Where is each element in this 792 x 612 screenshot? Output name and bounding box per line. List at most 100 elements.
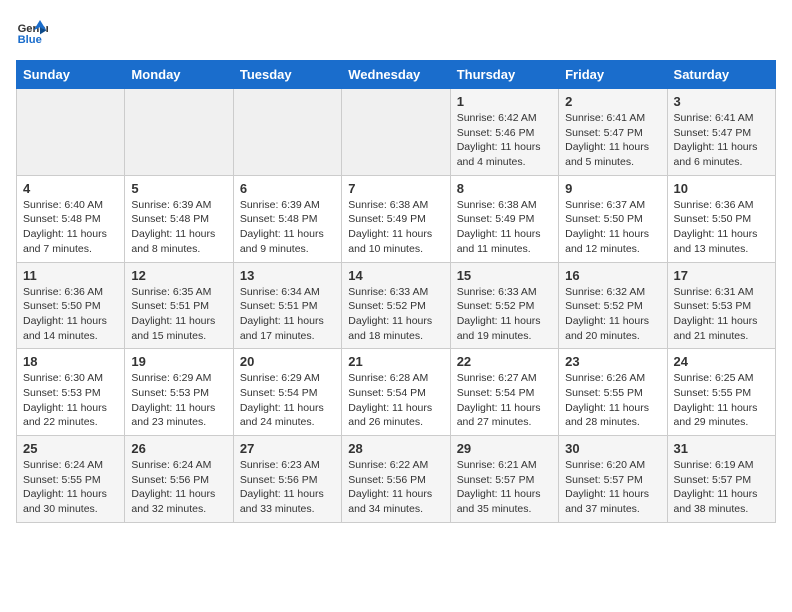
day-info: Sunrise: 6:39 AM Sunset: 5:48 PM Dayligh… xyxy=(131,198,226,257)
day-info: Sunrise: 6:26 AM Sunset: 5:55 PM Dayligh… xyxy=(565,371,660,430)
day-info: Sunrise: 6:24 AM Sunset: 5:56 PM Dayligh… xyxy=(131,458,226,517)
day-info: Sunrise: 6:36 AM Sunset: 5:50 PM Dayligh… xyxy=(674,198,769,257)
calendar-cell: 12Sunrise: 6:35 AM Sunset: 5:51 PM Dayli… xyxy=(125,262,233,349)
day-info: Sunrise: 6:40 AM Sunset: 5:48 PM Dayligh… xyxy=(23,198,118,257)
day-number: 11 xyxy=(23,268,118,283)
day-number: 21 xyxy=(348,354,443,369)
calendar-cell: 9Sunrise: 6:37 AM Sunset: 5:50 PM Daylig… xyxy=(559,175,667,262)
day-info: Sunrise: 6:33 AM Sunset: 5:52 PM Dayligh… xyxy=(457,285,552,344)
week-row-3: 11 Sunrise: 6:36 AM Sunset: 5:50 PM Dayli… xyxy=(17,262,776,349)
day-number: 5 xyxy=(131,181,226,196)
day-info: Sunrise: 6:21 AM Sunset: 5:57 PM Dayligh… xyxy=(457,458,552,517)
weekday-header-monday: Monday xyxy=(125,61,233,89)
day-info: Sunrise: 6:23 AM Sunset: 5:56 PM Dayligh… xyxy=(240,458,335,517)
day-info: Sunrise: 6:34 AM Sunset: 5:51 PM Dayligh… xyxy=(240,285,335,344)
calendar-cell xyxy=(342,89,450,176)
day-number: 13 xyxy=(240,268,335,283)
day-number: 9 xyxy=(565,181,660,196)
calendar-cell: 21 Sunrise: 6:28 AM Sunset: 5:54 PM Dayli… xyxy=(342,349,450,436)
day-number: 22 xyxy=(457,354,552,369)
week-row-5: 25 Sunrise: 6:24 AM Sunset: 5:55 PM Dayli… xyxy=(17,436,776,523)
day-number: 31 xyxy=(674,441,769,456)
calendar-cell: 16 Sunrise: 6:32 AM Sunset: 5:52 PM Dayli… xyxy=(559,262,667,349)
day-number: 1 xyxy=(457,94,552,109)
day-number: 25 xyxy=(23,441,118,456)
weekday-header-wednesday: Wednesday xyxy=(342,61,450,89)
day-info: Sunrise: 6:38 AM Sunset: 5:49 PM Dayligh… xyxy=(348,198,443,257)
calendar-cell: 1 Sunrise: 6:42 AM Sunset: 5:46 PM Daylig… xyxy=(450,89,558,176)
calendar-cell: 22 Sunrise: 6:27 AM Sunset: 5:54 PM Dayli… xyxy=(450,349,558,436)
svg-text:Blue: Blue xyxy=(18,34,42,46)
calendar-table: SundayMondayTuesdayWednesdayThursdayFrid… xyxy=(16,60,776,523)
weekday-header-tuesday: Tuesday xyxy=(233,61,341,89)
day-number: 26 xyxy=(131,441,226,456)
day-info: Sunrise: 6:27 AM Sunset: 5:54 PM Dayligh… xyxy=(457,371,552,430)
day-number: 30 xyxy=(565,441,660,456)
day-info: Sunrise: 6:31 AM Sunset: 5:53 PM Dayligh… xyxy=(674,285,769,344)
day-number: 20 xyxy=(240,354,335,369)
day-number: 2 xyxy=(565,94,660,109)
calendar-cell: 31Sunrise: 6:19 AM Sunset: 5:57 PM Dayli… xyxy=(667,436,775,523)
day-number: 18 xyxy=(23,354,118,369)
calendar-cell xyxy=(17,89,125,176)
day-number: 4 xyxy=(23,181,118,196)
calendar-cell: 28 Sunrise: 6:22 AM Sunset: 5:56 PM Dayli… xyxy=(342,436,450,523)
weekday-header-sunday: Sunday xyxy=(17,61,125,89)
day-info: Sunrise: 6:32 AM Sunset: 5:52 PM Dayligh… xyxy=(565,285,660,344)
calendar-cell: 14 Sunrise: 6:33 AM Sunset: 5:52 PM Dayli… xyxy=(342,262,450,349)
day-info: Sunrise: 6:33 AM Sunset: 5:52 PM Dayligh… xyxy=(348,285,443,344)
day-info: Sunrise: 6:29 AM Sunset: 5:53 PM Dayligh… xyxy=(131,371,226,430)
calendar-cell xyxy=(233,89,341,176)
day-info: Sunrise: 6:22 AM Sunset: 5:56 PM Dayligh… xyxy=(348,458,443,517)
calendar-cell: 25 Sunrise: 6:24 AM Sunset: 5:55 PM Dayli… xyxy=(17,436,125,523)
day-number: 27 xyxy=(240,441,335,456)
day-number: 15 xyxy=(457,268,552,283)
week-row-1: 1 Sunrise: 6:42 AM Sunset: 5:46 PM Daylig… xyxy=(17,89,776,176)
day-number: 29 xyxy=(457,441,552,456)
day-info: Sunrise: 6:41 AM Sunset: 5:47 PM Dayligh… xyxy=(674,111,769,170)
calendar-cell: 15 Sunrise: 6:33 AM Sunset: 5:52 PM Dayli… xyxy=(450,262,558,349)
calendar-cell: 23 Sunrise: 6:26 AM Sunset: 5:55 PM Dayli… xyxy=(559,349,667,436)
weekday-header-row: SundayMondayTuesdayWednesdayThursdayFrid… xyxy=(17,61,776,89)
calendar-cell: 24 Sunrise: 6:25 AM Sunset: 5:55 PM Dayli… xyxy=(667,349,775,436)
day-number: 3 xyxy=(674,94,769,109)
day-number: 14 xyxy=(348,268,443,283)
page-header: General Blue xyxy=(16,16,776,48)
day-info: Sunrise: 6:38 AM Sunset: 5:49 PM Dayligh… xyxy=(457,198,552,257)
day-number: 7 xyxy=(348,181,443,196)
day-info: Sunrise: 6:36 AM Sunset: 5:50 PM Dayligh… xyxy=(23,285,118,344)
day-info: Sunrise: 6:28 AM Sunset: 5:54 PM Dayligh… xyxy=(348,371,443,430)
day-info: Sunrise: 6:25 AM Sunset: 5:55 PM Dayligh… xyxy=(674,371,769,430)
day-info: Sunrise: 6:30 AM Sunset: 5:53 PM Dayligh… xyxy=(23,371,118,430)
calendar-cell: 5 Sunrise: 6:39 AM Sunset: 5:48 PM Daylig… xyxy=(125,175,233,262)
day-number: 28 xyxy=(348,441,443,456)
calendar-cell: 13 Sunrise: 6:34 AM Sunset: 5:51 PM Dayli… xyxy=(233,262,341,349)
logo-icon: General Blue xyxy=(16,16,48,48)
day-info: Sunrise: 6:41 AM Sunset: 5:47 PM Dayligh… xyxy=(565,111,660,170)
day-number: 19 xyxy=(131,354,226,369)
day-number: 16 xyxy=(565,268,660,283)
day-info: Sunrise: 6:39 AM Sunset: 5:48 PM Dayligh… xyxy=(240,198,335,257)
calendar-cell: 19 Sunrise: 6:29 AM Sunset: 5:53 PM Dayli… xyxy=(125,349,233,436)
weekday-header-saturday: Saturday xyxy=(667,61,775,89)
day-number: 6 xyxy=(240,181,335,196)
day-info: Sunrise: 6:42 AM Sunset: 5:46 PM Dayligh… xyxy=(457,111,552,170)
day-number: 8 xyxy=(457,181,552,196)
calendar-cell: 26 Sunrise: 6:24 AM Sunset: 5:56 PM Dayli… xyxy=(125,436,233,523)
calendar-cell xyxy=(125,89,233,176)
calendar-cell: 17Sunrise: 6:31 AM Sunset: 5:53 PM Dayli… xyxy=(667,262,775,349)
day-number: 10 xyxy=(674,181,769,196)
calendar-cell: 29 Sunrise: 6:21 AM Sunset: 5:57 PM Dayli… xyxy=(450,436,558,523)
weekday-header-friday: Friday xyxy=(559,61,667,89)
calendar-cell: 6 Sunrise: 6:39 AM Sunset: 5:48 PM Daylig… xyxy=(233,175,341,262)
week-row-4: 18 Sunrise: 6:30 AM Sunset: 5:53 PM Dayli… xyxy=(17,349,776,436)
calendar-cell: 2 Sunrise: 6:41 AM Sunset: 5:47 PM Daylig… xyxy=(559,89,667,176)
day-number: 12 xyxy=(131,268,226,283)
calendar-cell: 20Sunrise: 6:29 AM Sunset: 5:54 PM Dayli… xyxy=(233,349,341,436)
day-info: Sunrise: 6:24 AM Sunset: 5:55 PM Dayligh… xyxy=(23,458,118,517)
day-number: 24 xyxy=(674,354,769,369)
day-number: 23 xyxy=(565,354,660,369)
calendar-cell: 30Sunrise: 6:20 AM Sunset: 5:57 PM Dayli… xyxy=(559,436,667,523)
calendar-cell: 3 Sunrise: 6:41 AM Sunset: 5:47 PM Daylig… xyxy=(667,89,775,176)
week-row-2: 4 Sunrise: 6:40 AM Sunset: 5:48 PM Daylig… xyxy=(17,175,776,262)
